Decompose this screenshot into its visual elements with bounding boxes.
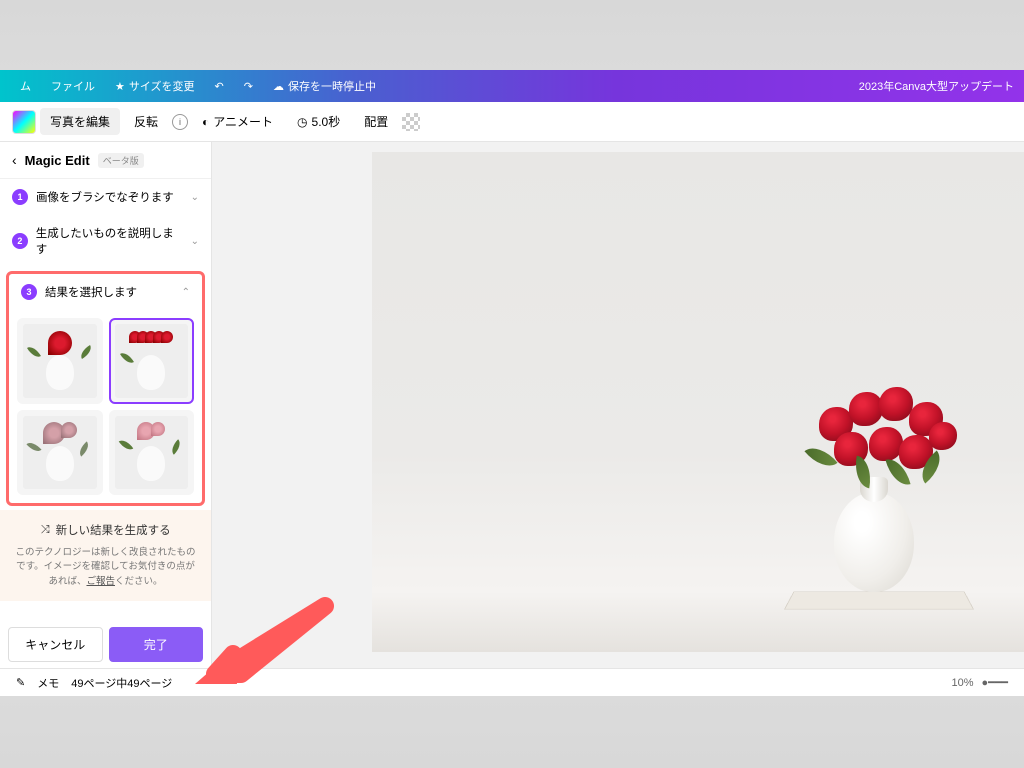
color-swatch[interactable] (12, 110, 36, 134)
zoom-slider[interactable]: ●━━━ (981, 676, 1008, 689)
pedestal-decor (784, 591, 974, 609)
announcement[interactable]: 2023年Canva大型アップデート (859, 78, 1014, 94)
file-menu[interactable]: ファイル (41, 78, 105, 94)
home-menu[interactable]: ム (10, 78, 41, 94)
save-status-label: 保存を一時停止中 (288, 78, 376, 94)
step-1[interactable]: 1 画像をブラシでなぞります ⌄ (0, 179, 211, 215)
results-highlight: 3 結果を選択します ⌃ (6, 271, 205, 506)
magic-edit-sidebar: ‹ Magic Edit ベータ版 1 画像をブラシでなぞります ⌄ 2 生成し… (0, 142, 212, 668)
position-button[interactable]: 配置 (354, 108, 398, 135)
step-3-number: 3 (21, 284, 37, 300)
bottom-status-bar: ✎ メモ 49ページ中49ページ 10% ●━━━ (0, 668, 1024, 696)
step-3-label: 結果を選択します (45, 284, 137, 300)
resize-menu[interactable]: ★ サイズを変更 (105, 78, 205, 94)
notes-button[interactable]: メモ (37, 675, 59, 691)
results-grid (9, 310, 202, 503)
edit-photo-button[interactable]: 写真を編集 (40, 108, 120, 135)
shuffle-icon: ⤨ (40, 524, 49, 537)
transparency-icon[interactable] (402, 113, 420, 131)
vase-image (804, 412, 944, 592)
chevron-up-icon: ⌃ (182, 287, 190, 298)
cancel-button[interactable]: キャンセル (8, 627, 103, 662)
info-icon[interactable]: i (172, 114, 188, 130)
resize-label: サイズを変更 (129, 78, 195, 94)
done-button[interactable]: 完了 (109, 627, 204, 662)
animate-label: アニメート (213, 113, 273, 130)
step-3[interactable]: 3 結果を選択します ⌃ (9, 274, 202, 310)
chevron-down-icon: ⌄ (191, 192, 199, 203)
duration-label: 5.0秒 (312, 113, 341, 130)
context-toolbar: 写真を編集 反転 i ◐ アニメート ◷ 5.0秒 配置 (0, 102, 1024, 142)
generate-new-button[interactable]: ⤨ 新しい結果を生成する (12, 522, 199, 538)
generate-label: 新しい結果を生成する (56, 522, 171, 538)
back-icon[interactable]: ‹ (12, 152, 17, 168)
result-option-1[interactable] (17, 318, 103, 404)
sidebar-title: Magic Edit (25, 153, 90, 168)
disclaimer-suffix: ください。 (115, 576, 163, 587)
beta-badge: ベータ版 (98, 153, 144, 168)
step-1-number: 1 (12, 189, 28, 205)
result-option-4[interactable] (109, 410, 195, 496)
zoom-level[interactable]: 10% (951, 677, 973, 689)
step-2-number: 2 (12, 233, 28, 249)
save-status: ☁ 保存を一時停止中 (263, 78, 386, 94)
duration-button[interactable]: ◷ 5.0秒 (287, 108, 350, 135)
page-indicator[interactable]: 49ページ中49ページ (71, 675, 172, 691)
canvas-area[interactable] (212, 142, 1024, 668)
notes-icon[interactable]: ✎ (16, 676, 25, 689)
canvas-image[interactable] (372, 152, 1024, 652)
undo-button[interactable]: ↶ (205, 80, 234, 93)
step-2-label: 生成したいものを説明します (36, 225, 183, 257)
flip-button[interactable]: 反転 (124, 108, 168, 135)
step-2[interactable]: 2 生成したいものを説明します ⌄ (0, 215, 211, 267)
sidebar-actions: キャンセル 完了 (0, 621, 211, 668)
animate-button[interactable]: ◐ アニメート (192, 108, 283, 135)
chevron-down-icon: ⌄ (191, 236, 199, 247)
report-link[interactable]: ご報告 (86, 576, 115, 587)
generate-section: ⤨ 新しい結果を生成する このテクノロジーは新しく改良されたものです。イメージを… (0, 510, 211, 601)
redo-button[interactable]: ↷ (234, 80, 263, 93)
disclaimer-text: このテクノロジーは新しく改良されたものです。イメージを確認してお気付きの点があれ… (12, 546, 199, 589)
step-1-label: 画像をブラシでなぞります (36, 189, 174, 205)
result-option-2[interactable] (109, 318, 195, 404)
result-option-3[interactable] (17, 410, 103, 496)
top-menu-bar: ム ファイル ★ サイズを変更 ↶ ↷ ☁ 保存を一時停止中 2023年Canv… (0, 70, 1024, 102)
